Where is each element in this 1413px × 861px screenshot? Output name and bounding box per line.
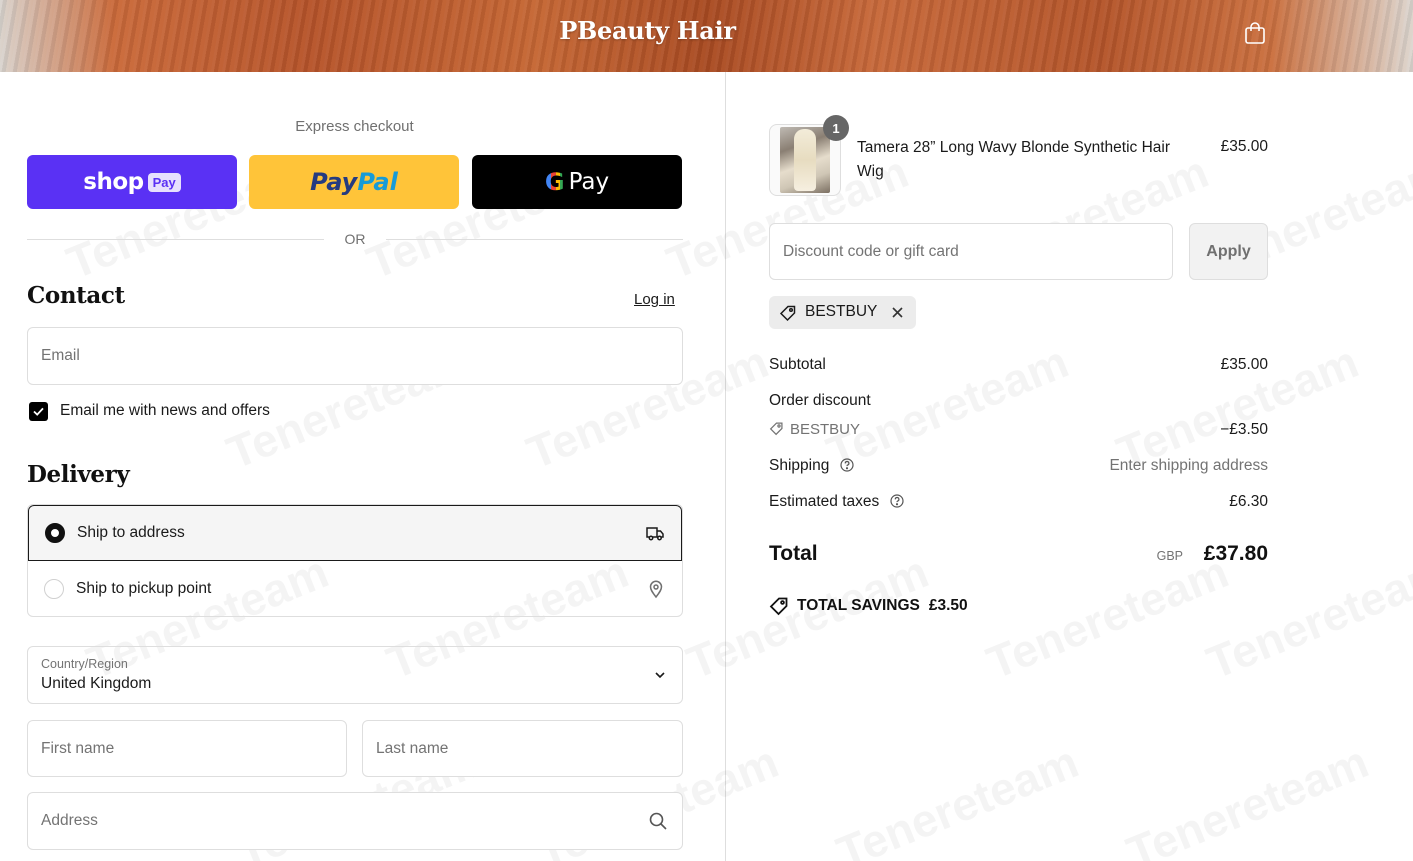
watermark: Tenereteam xyxy=(679,544,936,690)
store-name[interactable]: PBeauty Hair xyxy=(0,16,1295,45)
product-price: £35.00 xyxy=(1220,138,1268,155)
or-label: OR xyxy=(344,231,366,247)
shop-pay-wordmark: shop xyxy=(83,169,144,195)
email-field[interactable] xyxy=(28,328,682,384)
paypal-wordmark: PayPal xyxy=(310,168,398,196)
order-discount-label: Order discount xyxy=(769,392,871,409)
radio-selected[interactable] xyxy=(45,523,65,543)
ship-to-address-option[interactable]: Ship to address xyxy=(28,505,682,561)
country-select[interactable]: Country/Region United Kingdom xyxy=(27,646,683,704)
watermark: Tenereteam xyxy=(1199,544,1413,690)
watermark: Tenereteam xyxy=(829,734,1086,861)
newsletter-label[interactable]: Email me with news and offers xyxy=(60,402,270,420)
email-field-wrapper xyxy=(27,327,683,385)
product-image-hair xyxy=(794,129,816,191)
map-pin-icon xyxy=(649,580,663,599)
product-name: Tamera 28” Long Wavy Blonde Synthetic Ha… xyxy=(857,139,1171,180)
delivery-method-group: Ship to address Ship to pickup point xyxy=(27,504,683,617)
tag-icon xyxy=(769,597,788,616)
ship-to-address-label: Ship to address xyxy=(77,524,185,541)
savings-value: £3.50 xyxy=(928,597,968,614)
shop-pay-button[interactable]: shop Pay xyxy=(27,155,237,209)
ship-to-pickup-point-label: Ship to pickup point xyxy=(76,580,212,597)
taxes-row: Estimated taxes xyxy=(769,493,904,511)
taxes-value: £6.30 xyxy=(1229,493,1268,510)
radio-unselected[interactable] xyxy=(44,579,64,599)
total-value: £37.80 xyxy=(1203,542,1268,565)
contact-heading: Contact xyxy=(27,282,125,309)
shipping-value: Enter shipping address xyxy=(1109,457,1268,474)
subtotal-label: Subtotal xyxy=(769,356,826,373)
order-discount-code-row: BESTBUY xyxy=(769,421,860,438)
chevron-down-icon xyxy=(655,672,665,679)
total-label: Total xyxy=(769,542,818,565)
delivery-heading: Delivery xyxy=(27,461,130,488)
last-name-field[interactable] xyxy=(363,721,682,776)
ship-to-pickup-point-option[interactable]: Ship to pickup point xyxy=(28,561,682,616)
first-name-wrapper xyxy=(27,720,347,777)
shipping-row: Shipping xyxy=(769,457,854,475)
truck-icon xyxy=(646,527,664,541)
paypal-button[interactable]: PayPal xyxy=(249,155,459,209)
address-wrapper xyxy=(27,792,683,850)
express-checkout-title: Express checkout xyxy=(295,118,414,135)
or-divider-right xyxy=(386,239,683,240)
total-savings-row: TOTAL SAVINGS £3.50 xyxy=(769,596,968,616)
discount-wrapper xyxy=(769,223,1173,280)
tag-icon xyxy=(769,422,783,436)
discount-code-field[interactable] xyxy=(770,224,1172,279)
applied-code-label: BESTBUY xyxy=(805,303,878,320)
checkmark-icon xyxy=(33,407,44,416)
shop-pay-chip: Pay xyxy=(147,172,181,192)
country-label: Country/Region xyxy=(41,657,128,671)
quantity-badge: 1 xyxy=(823,115,849,141)
apply-discount-button[interactable]: Apply xyxy=(1189,223,1268,280)
order-discount-value: −£3.50 xyxy=(1220,421,1268,438)
store-header: PBeauty Hair xyxy=(0,0,1413,72)
newsletter-checkbox[interactable] xyxy=(29,402,48,421)
order-discount-code: BESTBUY xyxy=(790,421,861,438)
shopping-bag-icon[interactable] xyxy=(1244,21,1266,45)
google-pay-label: Pay xyxy=(568,169,610,195)
watermark: Tenereteam xyxy=(979,544,1236,690)
paypal-pal-text: Pal xyxy=(357,168,398,196)
country-value: United Kingdom xyxy=(41,675,152,692)
applied-discount-chip: BESTBUY xyxy=(769,296,916,329)
paypal-pay-text: Pay xyxy=(310,168,358,196)
first-name-field[interactable] xyxy=(28,721,346,776)
total-currency: GBP xyxy=(1156,549,1183,563)
login-link[interactable]: Log in xyxy=(634,291,675,308)
address-field[interactable] xyxy=(28,793,682,849)
subtotal-value: £35.00 xyxy=(1220,356,1268,373)
shipping-label: Shipping xyxy=(769,457,830,474)
taxes-label: Estimated taxes xyxy=(769,493,880,510)
column-divider xyxy=(725,72,726,861)
close-icon[interactable] xyxy=(890,305,905,320)
search-icon[interactable] xyxy=(648,811,668,831)
last-name-wrapper xyxy=(362,720,683,777)
or-divider-left xyxy=(27,239,324,240)
savings-label: TOTAL SAVINGS xyxy=(797,597,920,614)
help-icon[interactable] xyxy=(840,458,854,472)
google-g-icon: G xyxy=(544,168,565,196)
help-icon[interactable] xyxy=(889,494,904,508)
tag-icon xyxy=(779,305,796,322)
watermark: Tenereteam xyxy=(1119,734,1376,861)
google-pay-button[interactable]: G Pay xyxy=(472,155,682,209)
